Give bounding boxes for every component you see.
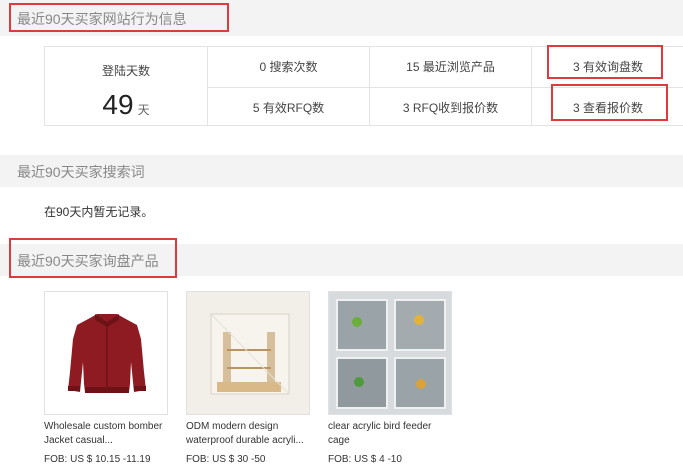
search-terms-empty-text: 在90天内暂无记录。 — [44, 205, 154, 219]
highlight-box-inquiry-products-title — [9, 238, 177, 278]
section-title-search-terms: 最近90天买家搜索词 — [17, 164, 145, 180]
login-days-label: 登陆天数 — [101, 64, 150, 78]
stat-valid-rfq: 5 有效RFQ数 — [252, 101, 325, 115]
product-name[interactable]: clear acrylic bird feeder cage — [328, 420, 452, 448]
login-days-number: 49 — [102, 89, 134, 120]
product-card[interactable]: clear acrylic bird feeder cage FOB: US $… — [328, 291, 452, 465]
login-days-value: 49 天 — [45, 89, 207, 121]
product-image-bomber-jacket[interactable] — [44, 291, 168, 415]
product-image-acrylic-bird-feeder[interactable] — [328, 291, 452, 415]
product-name[interactable]: ODM modern design waterproof durable acr… — [186, 420, 310, 448]
highlight-box-valid-inquiries — [547, 45, 663, 79]
product-price: FOB: US $ 10.15 -11.19 — [44, 454, 151, 465]
stat-search-count: 0 搜索次数 — [259, 60, 318, 74]
product-image-acrylic-bird-cage[interactable] — [186, 291, 310, 415]
login-days-unit: 天 — [137, 103, 150, 117]
product-price: FOB: US $ 30 -50 — [186, 454, 266, 465]
highlight-box-quotes-viewed — [551, 84, 668, 121]
highlight-box-behavior-title — [9, 3, 229, 32]
product-name[interactable]: Wholesale custom bomber Jacket casual... — [44, 420, 168, 448]
stat-recent-viewed-products: 15 最近浏览产品 — [406, 60, 495, 74]
product-card[interactable]: ODM modern design waterproof durable acr… — [186, 291, 310, 465]
product-price: FOB: US $ 4 -10 — [328, 454, 402, 465]
product-card[interactable]: Wholesale custom bomber Jacket casual...… — [44, 291, 168, 465]
stat-rfq-quotes-received: 3 RFQ收到报价数 — [402, 101, 499, 115]
